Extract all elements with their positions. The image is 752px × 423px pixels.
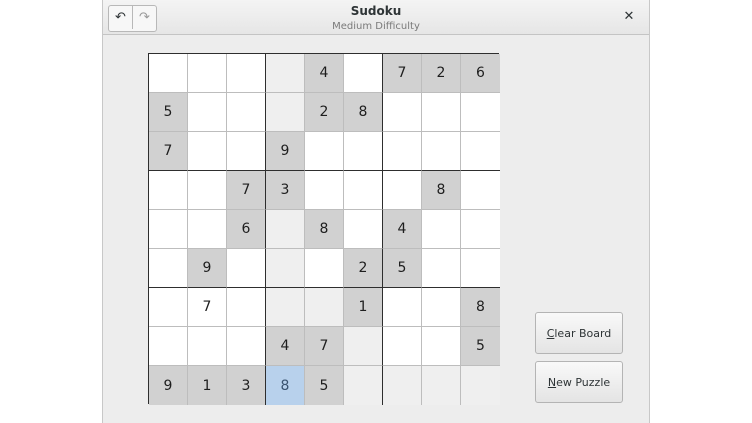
- cell-r3-c8[interactable]: [422, 132, 461, 171]
- cell-r8-c9[interactable]: 5: [461, 327, 500, 366]
- cell-r8-c5[interactable]: 7: [305, 327, 344, 366]
- cell-r6-c2[interactable]: 9: [188, 249, 227, 288]
- cell-r6-c8[interactable]: [422, 249, 461, 288]
- close-button[interactable]: ✕: [621, 9, 637, 25]
- cell-r7-c4[interactable]: [266, 288, 305, 327]
- cell-r2-c3[interactable]: [227, 93, 266, 132]
- cell-r4-c1[interactable]: [149, 171, 188, 210]
- cell-r3-c5[interactable]: [305, 132, 344, 171]
- cell-r2-c5[interactable]: 2: [305, 93, 344, 132]
- cell-r9-c5[interactable]: 5: [305, 366, 344, 405]
- window-title: Sudoku: [350, 4, 402, 18]
- title-block: Sudoku Medium Difficulty: [103, 4, 649, 33]
- cell-r4-c9[interactable]: [461, 171, 500, 210]
- cell-r7-c3[interactable]: [227, 288, 266, 327]
- cell-r2-c2[interactable]: [188, 93, 227, 132]
- cell-r1-c3[interactable]: [227, 54, 266, 93]
- cell-r3-c1[interactable]: 7: [149, 132, 188, 171]
- cell-r8-c6[interactable]: [344, 327, 383, 366]
- cell-r4-c3[interactable]: 7: [227, 171, 266, 210]
- cell-r6-c4[interactable]: [266, 249, 305, 288]
- cell-r2-c1[interactable]: 5: [149, 93, 188, 132]
- window-subtitle: Medium Difficulty: [332, 21, 420, 32]
- cell-r9-c8[interactable]: [422, 366, 461, 405]
- cell-r4-c7[interactable]: [383, 171, 422, 210]
- cell-r7-c5[interactable]: [305, 288, 344, 327]
- cell-r4-c4[interactable]: 3: [266, 171, 305, 210]
- cell-r7-c8[interactable]: [422, 288, 461, 327]
- cell-r8-c4[interactable]: 4: [266, 327, 305, 366]
- cell-r5-c2[interactable]: [188, 210, 227, 249]
- cell-r1-c5[interactable]: 4: [305, 54, 344, 93]
- cell-r3-c7[interactable]: [383, 132, 422, 171]
- cell-r6-c7[interactable]: 5: [383, 249, 422, 288]
- cell-r2-c6[interactable]: 8: [344, 93, 383, 132]
- cell-r8-c7[interactable]: [383, 327, 422, 366]
- cell-r9-c1[interactable]: 9: [149, 366, 188, 405]
- cell-r7-c1[interactable]: [149, 288, 188, 327]
- cell-r1-c2[interactable]: [188, 54, 227, 93]
- cell-r5-c9[interactable]: [461, 210, 500, 249]
- cell-r9-c9[interactable]: [461, 366, 500, 405]
- new-puzzle-mnemonic: N: [547, 375, 557, 389]
- cell-r4-c5[interactable]: [305, 171, 344, 210]
- new-puzzle-label: ew Puzzle: [556, 375, 611, 389]
- cell-r5-c1[interactable]: [149, 210, 188, 249]
- cell-r5-c4[interactable]: [266, 210, 305, 249]
- cell-r8-c8[interactable]: [422, 327, 461, 366]
- cell-r2-c7[interactable]: [383, 93, 422, 132]
- cell-r5-c3[interactable]: 6: [227, 210, 266, 249]
- close-icon: ✕: [623, 9, 635, 24]
- cell-r9-c3[interactable]: 3: [227, 366, 266, 405]
- cell-r9-c6[interactable]: [344, 366, 383, 405]
- cell-r4-c2[interactable]: [188, 171, 227, 210]
- cell-r7-c9[interactable]: 8: [461, 288, 500, 327]
- cell-r8-c2[interactable]: [188, 327, 227, 366]
- cell-r5-c6[interactable]: [344, 210, 383, 249]
- sudoku-window: ↶ ↷ Sudoku Medium Difficulty ✕ 472652879…: [102, 0, 650, 423]
- cell-r8-c3[interactable]: [227, 327, 266, 366]
- cell-r7-c6[interactable]: 1: [344, 288, 383, 327]
- cell-r3-c2[interactable]: [188, 132, 227, 171]
- new-puzzle-button[interactable]: New Puzzle: [535, 361, 623, 403]
- cell-r8-c1[interactable]: [149, 327, 188, 366]
- cell-r6-c1[interactable]: [149, 249, 188, 288]
- cell-r4-c8[interactable]: 8: [422, 171, 461, 210]
- cell-r1-c1[interactable]: [149, 54, 188, 93]
- cell-r2-c9[interactable]: [461, 93, 500, 132]
- cell-r6-c9[interactable]: [461, 249, 500, 288]
- cell-r6-c5[interactable]: [305, 249, 344, 288]
- cell-r2-c4[interactable]: [266, 93, 305, 132]
- clear-board-button[interactable]: Clear Board: [535, 312, 623, 354]
- sudoku-board: 47265287973868492571847591385: [148, 53, 500, 405]
- cell-r1-c8[interactable]: 2: [422, 54, 461, 93]
- cell-r6-c6[interactable]: 2: [344, 249, 383, 288]
- cell-r1-c9[interactable]: 6: [461, 54, 500, 93]
- cell-r5-c5[interactable]: 8: [305, 210, 344, 249]
- cell-r1-c7[interactable]: 7: [383, 54, 422, 93]
- cell-r3-c3[interactable]: [227, 132, 266, 171]
- cell-r5-c8[interactable]: [422, 210, 461, 249]
- cell-r7-c7[interactable]: [383, 288, 422, 327]
- cell-r9-c2[interactable]: 1: [188, 366, 227, 405]
- cell-r7-c2[interactable]: 7: [188, 288, 227, 327]
- cell-r3-c4[interactable]: 9: [266, 132, 305, 171]
- cell-r4-c6[interactable]: [344, 171, 383, 210]
- cell-r1-c4[interactable]: [266, 54, 305, 93]
- cell-r3-c9[interactable]: [461, 132, 500, 171]
- cell-r5-c7[interactable]: 4: [383, 210, 422, 249]
- header-bar: ↶ ↷ Sudoku Medium Difficulty ✕: [103, 0, 649, 35]
- clear-board-mnemonic: C: [546, 326, 555, 340]
- cell-r3-c6[interactable]: [344, 132, 383, 171]
- cell-r9-c7[interactable]: [383, 366, 422, 405]
- cell-r6-c3[interactable]: [227, 249, 266, 288]
- cell-r1-c6[interactable]: [344, 54, 383, 93]
- cell-r2-c8[interactable]: [422, 93, 461, 132]
- cell-r9-c4[interactable]: 8: [266, 366, 305, 405]
- clear-board-label: lear Board: [554, 326, 612, 340]
